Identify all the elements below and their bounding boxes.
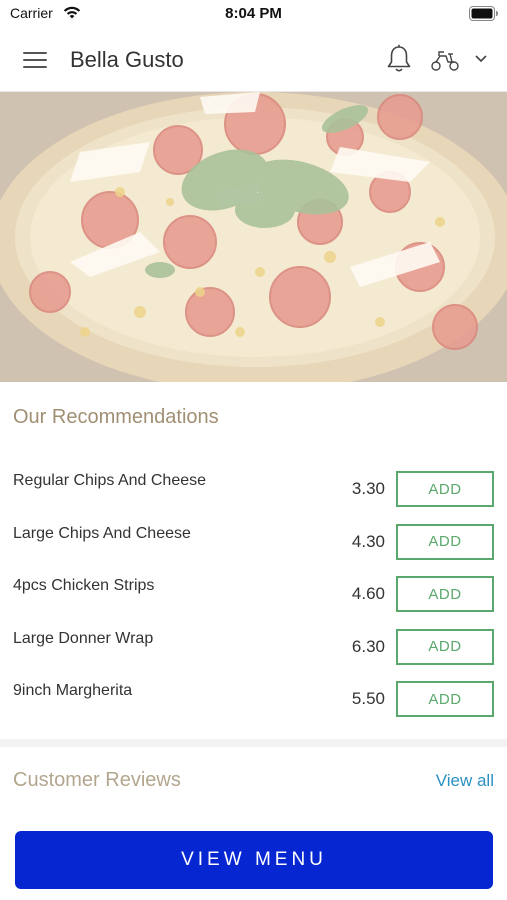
- item-price: 5.50: [351, 689, 385, 708]
- add-button[interactable]: ADD: [396, 523, 494, 560]
- status-bar: Carrier 8:04 PM: [0, 0, 507, 28]
- item-price: 6.30: [351, 636, 385, 656]
- add-button[interactable]: ADD: [396, 471, 494, 507]
- add-button[interactable]: ADD: [396, 628, 494, 665]
- add-button[interactable]: ADD: [396, 681, 494, 717]
- add-button[interactable]: ADD: [396, 576, 494, 612]
- page-title: Bella Gusto: [70, 47, 184, 72]
- hero-pizza-image: [0, 92, 507, 382]
- reviews-title: Customer Reviews: [13, 769, 181, 791]
- view-menu-button[interactable]: VIEW MENU: [15, 831, 493, 889]
- item-name: Regular Chips And Cheese: [13, 472, 207, 489]
- item-price: 4.30: [351, 531, 385, 551]
- list-item: Large Chips And Cheese 4.30 ADD: [0, 515, 507, 568]
- delivery-mode-selector[interactable]: [430, 46, 492, 74]
- item-name: Large Chips And Cheese: [13, 524, 191, 542]
- section-divider: [0, 739, 507, 747]
- recommendations-title: Our Recommendations: [13, 406, 219, 428]
- item-price: 3.30: [351, 479, 385, 498]
- view-all-link[interactable]: View all: [436, 771, 494, 791]
- item-name: Large Donner Wrap: [13, 629, 154, 647]
- hamburger-menu-icon[interactable]: [23, 49, 47, 69]
- item-price: 4.60: [351, 584, 385, 603]
- chevron-down-icon: [475, 55, 487, 63]
- item-name: 9inch Margherita: [13, 682, 133, 699]
- list-item: Regular Chips And Cheese 3.30 ADD: [0, 462, 507, 515]
- item-name: 4pcs Chicken Strips: [13, 577, 155, 594]
- status-time: 8:04 PM: [225, 5, 282, 22]
- scooter-icon: [431, 51, 459, 71]
- app-header: Bella Gusto: [0, 28, 507, 92]
- list-item: 9inch Margherita 5.50 ADD: [0, 672, 507, 725]
- list-item: Large Donner Wrap 6.30 ADD: [0, 620, 507, 673]
- list-item: 4pcs Chicken Strips 4.60 ADD: [0, 567, 507, 620]
- battery-icon: [469, 6, 498, 21]
- recommendations-list: Regular Chips And Cheese 3.30 ADD Large …: [0, 462, 507, 725]
- bell-icon[interactable]: [385, 44, 413, 74]
